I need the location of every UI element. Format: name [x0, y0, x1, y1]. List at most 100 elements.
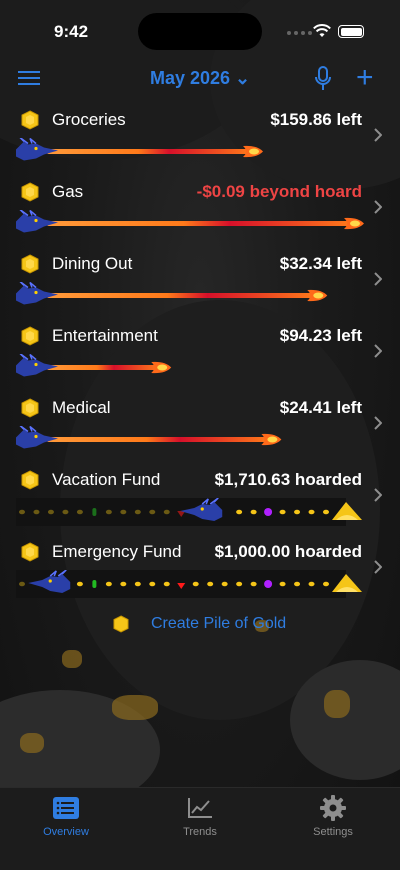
hoard-progress	[16, 570, 362, 598]
coin-dot	[163, 509, 170, 515]
gold-coin-icon	[20, 470, 40, 490]
gem-icon	[264, 508, 273, 516]
budget-progress	[16, 210, 364, 233]
coin-dot	[33, 509, 40, 515]
gold-coin-icon	[20, 398, 40, 418]
gear-icon	[288, 794, 378, 822]
gold-coin-icon	[20, 110, 40, 130]
coin-dot	[76, 581, 83, 587]
top-bar: May 2026 ⌄ +	[0, 60, 400, 98]
list-icon	[21, 794, 111, 822]
coin-dot	[149, 581, 156, 587]
budget-name: Vacation Fund	[52, 470, 161, 489]
hoard-progress	[16, 498, 362, 526]
create-pile-button[interactable]: Create Pile of Gold	[112, 615, 286, 633]
chevron-right-icon	[374, 344, 382, 358]
coin-dot	[134, 509, 141, 515]
tab-bar: Overview Trends Settings	[0, 787, 400, 870]
tab-settings[interactable]: Settings	[288, 794, 378, 838]
coin-dot	[120, 509, 127, 515]
budget-progress	[16, 282, 328, 305]
budget-row[interactable]: Groceries $159.86 left	[0, 98, 400, 170]
fireball-icon	[151, 361, 172, 374]
chevron-right-icon	[374, 488, 382, 502]
chevron-right-icon	[374, 128, 382, 142]
coin-dot	[250, 509, 257, 515]
dragon-icon	[16, 138, 58, 161]
add-button[interactable]: +	[356, 63, 374, 93]
wifi-icon	[313, 24, 331, 37]
budget-row[interactable]: Gas -$0.09 beyond hoard	[0, 170, 400, 242]
budget-row[interactable]: Medical $24.41 left	[0, 386, 400, 458]
tab-label: Settings	[313, 826, 353, 838]
tab-overview[interactable]: Overview	[21, 794, 111, 838]
dragon-icon	[16, 282, 58, 305]
budget-progress	[16, 426, 282, 449]
budget-amount: $1,710.63 hoarded	[214, 470, 362, 489]
budget-name: Groceries	[52, 110, 126, 129]
coin-dot	[62, 509, 69, 515]
flame-bar	[46, 365, 160, 370]
coin-dot	[105, 581, 112, 587]
gold-coin-icon	[113, 615, 129, 633]
budget-amount: $94.23 left	[279, 326, 362, 345]
coin-dot	[279, 581, 286, 587]
chevron-right-icon	[374, 560, 382, 574]
status-bar: 9:42	[0, 0, 400, 60]
budget-row[interactable]: Dining Out $32.34 left	[0, 242, 400, 314]
flame-bar	[46, 221, 352, 226]
budget-amount: $24.41 left	[279, 398, 362, 417]
coin-dot	[120, 581, 127, 587]
coin-dot	[236, 509, 243, 515]
budget-progress	[16, 354, 172, 377]
chevron-right-icon	[374, 200, 382, 214]
tab-trends[interactable]: Trends	[155, 794, 245, 838]
clock: 9:42	[54, 22, 89, 41]
coin-dot	[279, 509, 286, 515]
flame-bar	[46, 437, 270, 442]
coin-dot	[163, 581, 170, 587]
microphone-icon[interactable]	[314, 66, 332, 92]
chevron-right-icon	[374, 272, 382, 286]
coin-dot	[19, 581, 25, 587]
coin-dot	[308, 581, 315, 587]
flame-bar	[46, 293, 316, 298]
dragon-icon	[16, 354, 58, 377]
budget-row[interactable]: Emergency Fund $1,000.00 hoarded	[0, 530, 400, 602]
tab-label: Overview	[43, 826, 89, 838]
cellular-signal-icon	[287, 31, 312, 35]
coin-dot	[105, 509, 112, 515]
coin-dot	[149, 509, 156, 515]
gem-icon	[264, 580, 273, 588]
budget-amount: $159.86 left	[270, 110, 362, 129]
budget-name: Dining Out	[52, 254, 133, 273]
dragon-icon	[16, 210, 58, 233]
gem-icon	[92, 580, 97, 588]
flame-bar	[46, 149, 252, 154]
budget-row[interactable]: Entertainment $94.23 left	[0, 314, 400, 386]
coin-dot	[207, 581, 214, 587]
menu-button[interactable]	[18, 71, 40, 87]
coin-dot	[76, 509, 83, 515]
budget-row[interactable]: Vacation Fund $1,710.63 hoarded	[0, 458, 400, 530]
chevron-right-icon	[374, 416, 382, 430]
budget-list: Groceries $159.86 left Gas -$0.09 beyond ho…	[0, 98, 400, 602]
dynamic-island	[138, 13, 262, 50]
coin-dot	[250, 581, 257, 587]
budget-progress	[16, 138, 264, 161]
coin-dot	[323, 509, 329, 515]
fireball-icon	[307, 289, 328, 302]
budget-name: Emergency Fund	[52, 542, 182, 561]
coin-dot	[47, 509, 54, 515]
gold-coin-icon	[20, 254, 40, 274]
fireball-icon	[344, 217, 364, 230]
coin-dot	[294, 509, 301, 515]
budget-name: Entertainment	[52, 326, 158, 345]
gold-coin-icon	[20, 182, 40, 202]
coin-dot	[294, 581, 301, 587]
fireball-icon	[261, 433, 282, 446]
battery-icon	[338, 25, 364, 38]
budget-amount: $1,000.00 hoarded	[214, 542, 362, 561]
budget-amount: -$0.09 beyond hoard	[196, 182, 362, 201]
month-selector[interactable]: May 2026 ⌄	[150, 68, 250, 89]
